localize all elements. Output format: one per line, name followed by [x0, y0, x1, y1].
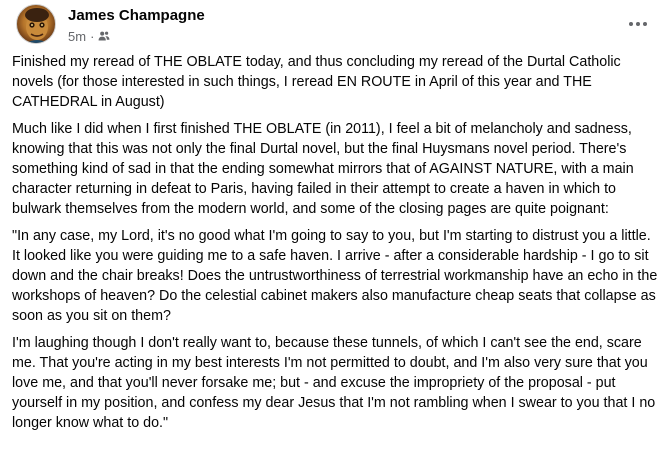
post-paragraph: Much like I did when I first finished TH…: [12, 121, 634, 217]
post-body: Finished my reread of THE OBLATE today, …: [12, 52, 660, 440]
avatar[interactable]: [16, 4, 56, 44]
avatar-portrait-icon: [25, 8, 49, 43]
more-options-icon: [629, 22, 647, 26]
post-meta: 5m ·: [68, 28, 110, 44]
post-header: James Champagne 5m ·: [16, 4, 656, 48]
friends-icon[interactable]: [98, 30, 110, 42]
post-time[interactable]: 5m: [68, 29, 86, 44]
post-card: James Champagne 5m · Finished my reread: [0, 0, 664, 468]
more-options-button[interactable]: [624, 10, 652, 38]
meta-separator: ·: [90, 28, 95, 44]
author-name[interactable]: James Champagne: [68, 7, 205, 24]
post-paragraph: I'm laughing though I don't really want …: [12, 335, 656, 431]
post-paragraph: "In any case, my Lord, it's no good what…: [12, 228, 658, 324]
post-paragraph: Finished my reread of THE OBLATE today, …: [12, 54, 621, 110]
